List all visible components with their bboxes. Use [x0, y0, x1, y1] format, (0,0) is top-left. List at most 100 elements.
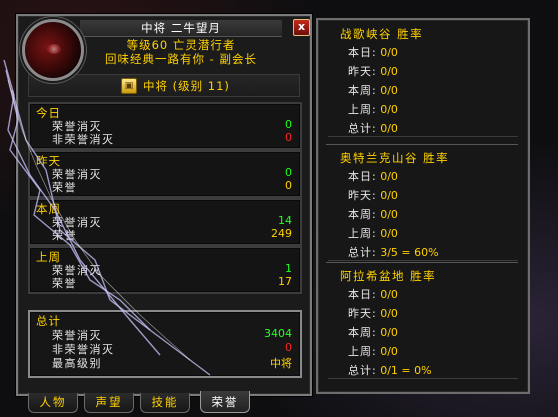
stat-row: 荣誉消灭 0 — [52, 166, 292, 181]
character-portrait — [22, 19, 84, 81]
bg-row: 本日: 0/0 — [348, 168, 398, 183]
bg-value: 0/0 — [380, 84, 398, 97]
total-section: 总计 荣誉消灭 3404 非荣誉消灭 0 最高级别 中将 — [28, 310, 302, 378]
stat-value: 14 — [278, 214, 292, 227]
tab-honor[interactable]: 荣誉 — [200, 391, 250, 413]
stat-value: 3404 — [264, 327, 292, 340]
bg-value: 0/0 — [380, 122, 398, 135]
stat-value: 0 — [285, 166, 292, 179]
yesterday-section: 昨天 荣誉消灭 0 荣誉 0 — [28, 150, 302, 198]
bg-value: 0/0 — [380, 208, 398, 221]
bg-label: 昨天: — [348, 189, 377, 202]
warsong-gulch-section: 战歌峡谷 胜率 本日: 0/0 昨天: 0/0 本周: 0/0 上周: 0/0 … — [328, 24, 518, 137]
bg-title: 奥特兰克山谷 胜率 — [340, 151, 450, 165]
stat-row: 荣誉消灭 0 — [52, 118, 292, 133]
bg-label: 本日: — [348, 170, 377, 183]
today-section: 今日 荣誉消灭 0 非荣誉消灭 0 — [28, 102, 302, 150]
tab-skills[interactable]: 技能 — [140, 393, 190, 413]
bg-label: 上周: — [348, 227, 377, 240]
bg-row: 上周: 0/0 — [348, 225, 398, 240]
stat-row: 荣誉消灭 14 — [52, 214, 292, 229]
bg-value: 0/0 — [380, 65, 398, 78]
bg-value: 3/5 = 60% — [380, 246, 439, 259]
last-week-section: 上周 荣誉消灭 1 荣誉 17 — [28, 246, 302, 294]
bg-label: 昨天: — [348, 307, 377, 320]
guild-text: 回味经典一路有你 - 副会长 — [105, 52, 257, 66]
bg-row: 上周: 0/0 — [348, 343, 398, 358]
arathi-basin-section: 阿拉希盆地 胜率 本日: 0/0 昨天: 0/0 本周: 0/0 上周: 0/0… — [328, 266, 518, 379]
stat-row: 荣誉 0 — [52, 179, 292, 194]
bg-label: 昨天: — [348, 65, 377, 78]
bg-label: 总计: — [348, 122, 377, 135]
bg-row: 总计: 0/1 = 0% — [348, 362, 432, 377]
bg-row: 上周: 0/0 — [348, 101, 398, 116]
stat-row: 荣誉消灭 3404 — [52, 327, 292, 342]
bg-label: 本日: — [348, 288, 377, 301]
character-title: 中将 二牛望月 — [80, 20, 282, 37]
bg-value: 0/1 = 0% — [380, 364, 432, 377]
rank-label: 中将 (级别 11) — [143, 79, 230, 93]
stat-label: 荣誉 — [52, 229, 77, 242]
stat-row: 非荣誉消灭 0 — [52, 131, 292, 146]
bg-row: 本日: 0/0 — [348, 286, 398, 301]
stat-label: 荣誉 — [52, 181, 77, 194]
stat-value: 中将 — [270, 357, 292, 370]
bg-row: 昨天: 0/0 — [348, 305, 398, 320]
stat-row: 荣誉 17 — [52, 275, 292, 290]
bg-row: 昨天: 0/0 — [348, 187, 398, 202]
battleground-stats-panel: 战歌峡谷 胜率 本日: 0/0 昨天: 0/0 本周: 0/0 上周: 0/0 … — [316, 18, 530, 394]
alterac-valley-section: 奥特兰克山谷 胜率 本日: 0/0 昨天: 0/0 本周: 0/0 上周: 0/… — [328, 148, 518, 261]
bg-row: 本周: 0/0 — [348, 324, 398, 339]
bg-value: 0/0 — [380, 103, 398, 116]
bg-label: 本周: — [348, 326, 377, 339]
bg-title: 阿拉希盆地 胜率 — [340, 269, 437, 283]
stat-label: 最高级别 — [52, 357, 102, 370]
bg-title: 战歌峡谷 胜率 — [340, 27, 424, 41]
level-class-text: 等级60 亡灵潜行者 — [126, 38, 236, 52]
honor-frame: 中将 二牛望月 x 等级60 亡灵潜行者 回味经典一路有你 - 副会长 ▣ 中将… — [16, 14, 312, 396]
stat-row: 荣誉 249 — [52, 227, 292, 242]
stat-label: 非荣誉消灭 — [52, 133, 115, 146]
character-info: 等级60 亡灵潜行者 回味经典一路有你 - 副会长 — [80, 38, 282, 66]
bg-label: 本日: — [348, 46, 377, 59]
stat-value: 0 — [285, 131, 292, 144]
stat-row: 最高级别 中将 — [52, 355, 292, 370]
bg-row: 本周: 0/0 — [348, 206, 398, 221]
rank-bar: ▣ 中将 (级别 11) — [28, 74, 300, 97]
stat-value: 17 — [278, 275, 292, 288]
bg-row: 本日: 0/0 — [348, 44, 398, 59]
bg-value: 0/0 — [380, 288, 398, 301]
stat-value: 0 — [285, 179, 292, 192]
stat-row: 非荣誉消灭 0 — [52, 341, 292, 356]
bg-value: 0/0 — [380, 326, 398, 339]
bg-value: 0/0 — [380, 307, 398, 320]
close-button[interactable]: x — [293, 19, 310, 36]
portrait-eye-glow — [47, 44, 61, 54]
stat-value: 249 — [271, 227, 292, 240]
stat-row: 荣誉消灭 1 — [52, 262, 292, 277]
bg-label: 本周: — [348, 208, 377, 221]
bg-value: 0/0 — [380, 170, 398, 183]
stat-value: 0 — [285, 118, 292, 131]
bg-value: 0/0 — [380, 189, 398, 202]
bg-label: 总计: — [348, 246, 377, 259]
bg-label: 本周: — [348, 84, 377, 97]
rank-insignia-icon: ▣ — [121, 78, 137, 94]
bg-row: 总计: 0/0 — [348, 120, 398, 135]
bg-value: 0/0 — [380, 345, 398, 358]
stat-value: 0 — [285, 341, 292, 354]
tab-character[interactable]: 人物 — [28, 393, 78, 413]
bg-row: 本周: 0/0 — [348, 82, 398, 97]
divider — [326, 262, 518, 263]
bg-value: 0/0 — [380, 46, 398, 59]
divider — [326, 144, 518, 145]
stat-value: 1 — [285, 262, 292, 275]
bg-row: 总计: 3/5 = 60% — [348, 244, 439, 259]
this-week-section: 本周 荣誉消灭 14 荣誉 249 — [28, 198, 302, 246]
bg-label: 上周: — [348, 345, 377, 358]
bg-label: 上周: — [348, 103, 377, 116]
bg-value: 0/0 — [380, 227, 398, 240]
bg-label: 总计: — [348, 364, 377, 377]
tab-reputation[interactable]: 声望 — [84, 393, 134, 413]
stat-label: 荣誉 — [52, 277, 77, 290]
